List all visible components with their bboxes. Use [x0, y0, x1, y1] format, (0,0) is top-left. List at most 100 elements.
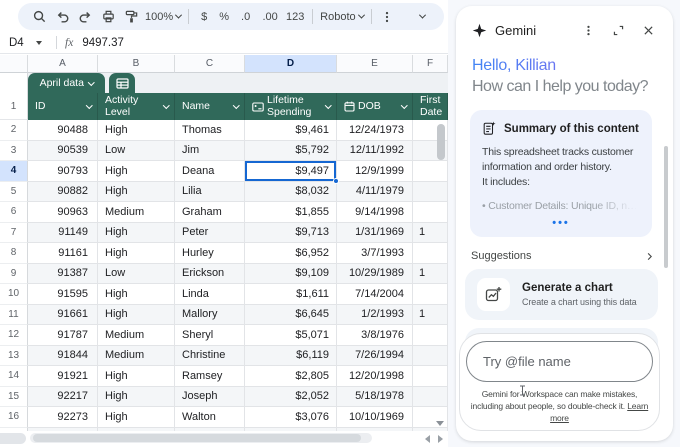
- row-header[interactable]: 1: [0, 93, 28, 120]
- row-header[interactable]: 11: [0, 305, 28, 326]
- cell-name[interactable]: Deana: [175, 161, 245, 182]
- format-percent-button[interactable]: %: [214, 5, 234, 28]
- cell-id[interactable]: 90963: [28, 202, 98, 223]
- row-header[interactable]: 7: [0, 223, 28, 244]
- row-header[interactable]: 8: [0, 243, 28, 264]
- hide-menus-chevron[interactable]: [410, 5, 434, 28]
- cell-id[interactable]: 91787: [28, 325, 98, 346]
- cell-first-date[interactable]: 1: [413, 223, 448, 244]
- cell-lifetime-spending[interactable]: $5,792: [245, 141, 337, 162]
- name-box[interactable]: D4: [0, 37, 50, 49]
- column-header[interactable]: E: [337, 55, 413, 73]
- cell-dob[interactable]: 1/2/1993: [337, 305, 413, 326]
- more-options-icon[interactable]: [377, 5, 397, 28]
- column-header[interactable]: F: [413, 55, 448, 73]
- panel-scrollbar-thumb[interactable]: [664, 146, 668, 268]
- more-formats-button[interactable]: 123: [283, 5, 307, 28]
- cell-activity-level[interactable]: Medium: [98, 202, 175, 223]
- select-all-corner[interactable]: [0, 55, 28, 73]
- cell-dob[interactable]: 12/11/1992: [337, 141, 413, 162]
- cell-activity-level[interactable]: Medium: [98, 346, 175, 367]
- increase-decimal-button[interactable]: .00: [257, 5, 283, 28]
- scroll-down-arrow[interactable]: [436, 421, 444, 426]
- cell-dob[interactable]: 9/14/1998: [337, 202, 413, 223]
- cell-lifetime-spending[interactable]: $9,713: [245, 223, 337, 244]
- cell-id[interactable]: 91661: [28, 305, 98, 326]
- cell-lifetime-spending[interactable]: $9,497: [245, 161, 337, 182]
- cell-name[interactable]: Sheryl: [175, 325, 245, 346]
- cell-first-date[interactable]: [413, 366, 448, 387]
- cell-lifetime-spending[interactable]: $2,805: [245, 366, 337, 387]
- cell-id[interactable]: 91161: [28, 243, 98, 264]
- fill-handle[interactable]: [333, 178, 339, 184]
- cell-lifetime-spending[interactable]: $1,611: [245, 284, 337, 305]
- cell-name[interactable]: Thomas: [175, 120, 245, 141]
- cell-lifetime-spending[interactable]: $1,855: [245, 202, 337, 223]
- cell-activity-level[interactable]: High: [98, 223, 175, 244]
- column-header[interactable]: A: [28, 55, 98, 73]
- column-header[interactable]: D: [245, 55, 337, 73]
- formula-input[interactable]: 9497.37: [82, 37, 124, 49]
- cell-id[interactable]: 91149: [28, 223, 98, 244]
- row-header[interactable]: 5: [0, 182, 28, 203]
- cell-id[interactable]: 91921: [28, 366, 98, 387]
- row-header[interactable]: 3: [0, 141, 28, 162]
- cell-activity-level[interactable]: High: [98, 284, 175, 305]
- row-header[interactable]: 6: [0, 202, 28, 223]
- cell-id[interactable]: 92273: [28, 407, 98, 428]
- cell-name[interactable]: Mallory: [175, 305, 245, 326]
- cell-name[interactable]: Jim: [175, 141, 245, 162]
- close-panel-icon[interactable]: [637, 19, 659, 41]
- cell-lifetime-spending[interactable]: $9,461: [245, 120, 337, 141]
- cell-lifetime-spending[interactable]: $8,032: [245, 182, 337, 203]
- paint-format-button[interactable]: [120, 5, 143, 28]
- cell-first-date[interactable]: [413, 202, 448, 223]
- cell-lifetime-spending[interactable]: $6,645: [245, 305, 337, 326]
- cell-id[interactable]: 91844: [28, 346, 98, 367]
- cell-activity-level[interactable]: High: [98, 120, 175, 141]
- header-cell-first-date[interactable]: First Date: [413, 93, 448, 120]
- cell-id[interactable]: 90793: [28, 161, 98, 182]
- table-name-tab[interactable]: April data: [28, 73, 105, 93]
- decrease-decimal-button[interactable]: .0: [234, 5, 257, 28]
- cell-lifetime-spending[interactable]: $6,119: [245, 346, 337, 367]
- row-header[interactable]: 2: [0, 120, 28, 141]
- row-header[interactable]: 13: [0, 346, 28, 367]
- panel-more-options-icon[interactable]: [577, 19, 599, 41]
- cell-first-date[interactable]: [413, 161, 448, 182]
- suggestion-generate-chart[interactable]: Generate a chart Create a chart using th…: [465, 269, 658, 320]
- cell-dob[interactable]: 4/11/1979: [337, 182, 413, 203]
- cell-name[interactable]: Walton: [175, 407, 245, 428]
- row-header[interactable]: 4: [0, 161, 28, 182]
- cell-dob[interactable]: 7/14/2004: [337, 284, 413, 305]
- cell-lifetime-spending[interactable]: $6,952: [245, 243, 337, 264]
- cell-dob[interactable]: 10/10/1969: [337, 407, 413, 428]
- cell-name[interactable]: Erickson: [175, 264, 245, 285]
- scroll-left-arrow[interactable]: [425, 435, 430, 443]
- header-cell-id[interactable]: ID: [28, 93, 98, 120]
- horizontal-scrollbar-track[interactable]: [30, 433, 372, 443]
- zoom-select[interactable]: 100%: [143, 5, 183, 28]
- cell-dob[interactable]: 10/29/1989: [337, 264, 413, 285]
- cell-dob[interactable]: 12/24/1973: [337, 120, 413, 141]
- cell-activity-level[interactable]: High: [98, 387, 175, 408]
- header-cell-dob[interactable]: DOB: [337, 93, 413, 120]
- cell-name[interactable]: Lilia: [175, 182, 245, 203]
- cell-activity-level[interactable]: High: [98, 161, 175, 182]
- cell-name[interactable]: Christine: [175, 346, 245, 367]
- cell-activity-level[interactable]: High: [98, 407, 175, 428]
- cell-id[interactable]: 90539: [28, 141, 98, 162]
- cell-lifetime-spending[interactable]: $2,052: [245, 387, 337, 408]
- cell-first-date[interactable]: [413, 346, 448, 367]
- chevron-right-icon[interactable]: [644, 251, 655, 262]
- row-header[interactable]: 14: [0, 366, 28, 387]
- cell-dob[interactable]: 5/18/1978: [337, 387, 413, 408]
- column-header[interactable]: B: [98, 55, 175, 73]
- cell-name[interactable]: Graham: [175, 202, 245, 223]
- cell-activity-level[interactable]: Low: [98, 141, 175, 162]
- cell-first-date[interactable]: 1: [413, 305, 448, 326]
- summary-card[interactable]: Summary of this content This spreadsheet…: [470, 110, 652, 237]
- cell-activity-level[interactable]: High: [98, 182, 175, 203]
- cell-lifetime-spending[interactable]: $9,109: [245, 264, 337, 285]
- cell-id[interactable]: 90488: [28, 120, 98, 141]
